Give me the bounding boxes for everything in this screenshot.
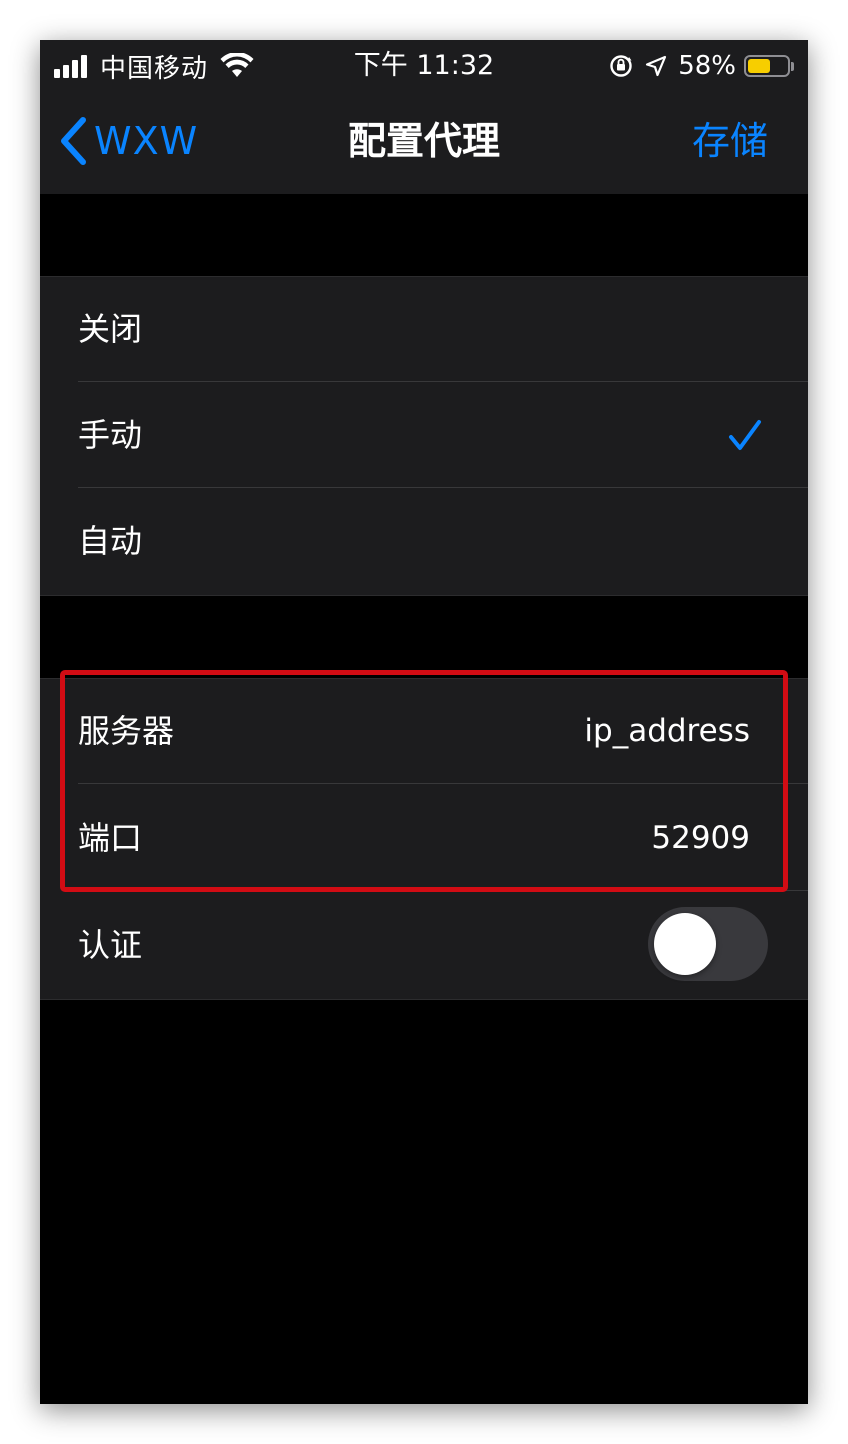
- toggle-knob: [654, 913, 716, 975]
- orientation-lock-icon: [610, 55, 632, 77]
- status-bar: 中国移动 下午 11:32 58%: [40, 40, 808, 90]
- proxy-mode-manual[interactable]: 手动: [40, 383, 808, 488]
- checkmark-icon: [729, 420, 761, 450]
- battery-level-fill: [748, 59, 770, 73]
- battery-percent: 58%: [678, 51, 736, 81]
- server-row[interactable]: 服务器 ip_address: [40, 679, 808, 784]
- port-field[interactable]: 52909: [651, 786, 750, 891]
- manual-proxy-settings-group: 服务器 ip_address 端口 52909 认证: [40, 678, 808, 1000]
- divider: [78, 487, 808, 488]
- location-icon: [646, 55, 667, 77]
- divider: [78, 381, 808, 382]
- status-bar-right: 58%: [598, 46, 794, 86]
- proxy-mode-group: 关闭 手动 自动: [40, 276, 808, 596]
- proxy-mode-off[interactable]: 关闭: [40, 277, 808, 382]
- auth-row: 认证: [40, 893, 808, 998]
- battery-icon: [744, 55, 790, 77]
- server-label: 服务器: [78, 712, 175, 750]
- port-row[interactable]: 端口 52909: [40, 786, 808, 891]
- proxy-mode-label: 关闭: [78, 310, 143, 348]
- port-label: 端口: [78, 819, 143, 857]
- divider: [78, 890, 808, 891]
- proxy-mode-auto[interactable]: 自动: [40, 489, 808, 594]
- auth-label: 认证: [78, 926, 143, 964]
- proxy-mode-label: 自动: [78, 522, 143, 560]
- navigation-bar: WXW 配置代理 存储: [40, 90, 808, 194]
- save-button[interactable]: 存储: [692, 112, 768, 170]
- phone-screen: 中国移动 下午 11:32 58% WXW 配置代理 存储 关闭 手动 自动 服…: [40, 40, 808, 1404]
- proxy-mode-label: 手动: [78, 416, 143, 454]
- auth-toggle[interactable]: [648, 907, 768, 981]
- server-field[interactable]: ip_address: [584, 679, 750, 784]
- battery-tip: [791, 61, 794, 71]
- divider: [78, 783, 808, 784]
